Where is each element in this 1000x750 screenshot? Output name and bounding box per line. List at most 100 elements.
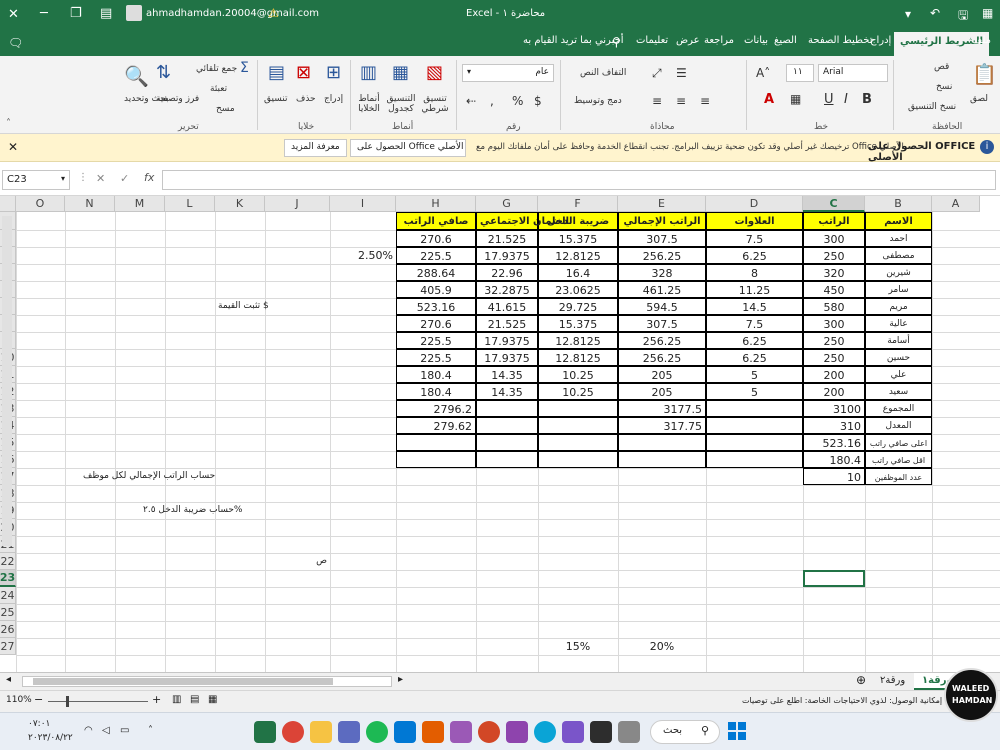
spotify-taskbar-icon[interactable] xyxy=(366,721,388,743)
column-header-i[interactable]: I xyxy=(330,196,396,212)
zoom-in-icon[interactable]: + xyxy=(152,693,161,706)
format-as-table-button[interactable]: التنسيق كجدول xyxy=(384,94,418,114)
horizontal-scrollbar[interactable] xyxy=(22,676,392,687)
data-cell[interactable]: عالية xyxy=(865,315,932,332)
get-genuine-button[interactable]: الحصول على Office الأصلي xyxy=(350,139,466,157)
visual-studio-taskbar-icon[interactable] xyxy=(562,721,584,743)
autosum-button[interactable]: جمع تلقائي xyxy=(196,64,237,74)
insert-function-icon[interactable]: fx xyxy=(144,171,154,184)
header-cell-h[interactable]: صافي الراتب xyxy=(396,212,476,230)
data-cell[interactable]: 5 xyxy=(706,366,803,383)
close-icon[interactable]: ✕ xyxy=(8,7,19,22)
max-label[interactable]: اعلى صافي راتب xyxy=(865,434,932,451)
wrap-text-button[interactable]: التفاف النص xyxy=(580,68,626,78)
data-cell[interactable]: 405.9 xyxy=(396,281,476,298)
data-cell[interactable]: 307.5 xyxy=(618,315,706,332)
wifi-icon[interactable]: ◠ xyxy=(84,725,93,736)
column-header-o[interactable]: O xyxy=(16,196,65,212)
data-cell[interactable]: 250 xyxy=(803,247,865,264)
row-header-24[interactable]: 24 xyxy=(0,587,16,604)
scroll-right-icon[interactable]: ▸ xyxy=(398,674,403,685)
data-cell[interactable]: 6.25 xyxy=(706,247,803,264)
grow-font-icon[interactable]: A˄ xyxy=(756,66,770,80)
data-cell[interactable]: مريم xyxy=(865,298,932,315)
data-cell[interactable]: 17.9375 xyxy=(476,247,538,264)
data-cell[interactable]: 22.96 xyxy=(476,264,538,281)
data-cell[interactable]: 21.525 xyxy=(476,315,538,332)
data-cell[interactable]: 225.5 xyxy=(396,349,476,366)
find-icon[interactable]: 🔍 xyxy=(124,64,149,88)
battery-icon[interactable]: ▭ xyxy=(120,725,129,736)
format-cells-icon[interactable]: ▤ xyxy=(268,62,285,83)
file-explorer-taskbar-icon[interactable] xyxy=(310,721,332,743)
data-cell[interactable]: 16.4 xyxy=(538,264,618,281)
scrollbar-thumb[interactable] xyxy=(33,678,333,685)
vscode-taskbar-icon[interactable] xyxy=(394,721,416,743)
tab-data[interactable]: بيانات xyxy=(744,35,768,46)
header-cell-g[interactable]: الضمان الاجتماعي xyxy=(476,212,569,230)
data-cell[interactable]: 320 xyxy=(803,264,865,281)
orientation-icon[interactable]: ⤢ xyxy=(652,66,662,81)
avatar[interactable] xyxy=(126,5,142,21)
enter-icon[interactable]: ✓ xyxy=(120,172,129,185)
font-name-dropdown[interactable]: Arial xyxy=(818,64,888,82)
empty-cell[interactable] xyxy=(706,434,803,451)
conditional-format-icon[interactable]: ▧ xyxy=(426,62,443,83)
data-cell[interactable]: 12.8125 xyxy=(538,247,618,264)
fill-button[interactable]: تعبئة xyxy=(210,84,227,94)
employee-count[interactable]: 10 xyxy=(803,468,865,485)
scroll-left-icon[interactable]: ◂ xyxy=(6,674,11,685)
data-cell[interactable]: 14.35 xyxy=(476,366,538,383)
percent-20[interactable]: 20% xyxy=(618,638,706,655)
volume-icon[interactable]: ◁ xyxy=(102,725,110,736)
stray-note[interactable]: ص xyxy=(265,553,330,570)
header-cell-e[interactable]: الراتب الإجمالي xyxy=(618,212,706,230)
avg-salary[interactable]: 310 xyxy=(803,417,865,434)
column-header-d[interactable]: D xyxy=(706,196,803,212)
task-view-taskbar-icon[interactable] xyxy=(618,721,640,743)
align-left-icon[interactable]: ≡ xyxy=(700,94,710,108)
empty-cell[interactable] xyxy=(396,434,476,451)
formula-input[interactable] xyxy=(162,170,996,190)
data-cell[interactable]: سعيد xyxy=(865,383,932,400)
data-cell[interactable]: 300 xyxy=(803,315,865,332)
add-sheet-icon[interactable]: ⊕ xyxy=(856,673,866,687)
row-header-22[interactable]: 22 xyxy=(0,553,16,570)
data-cell[interactable]: 523.16 xyxy=(396,298,476,315)
store-taskbar-icon[interactable] xyxy=(338,721,360,743)
row-header-27[interactable]: 27 xyxy=(0,638,16,655)
avg-net[interactable]: 279.62 xyxy=(396,417,476,434)
data-cell[interactable]: 12.8125 xyxy=(538,349,618,366)
empty-cell[interactable] xyxy=(476,451,538,468)
data-cell[interactable]: 6.25 xyxy=(706,349,803,366)
comma-style-icon[interactable]: , xyxy=(490,94,494,108)
underline-icon[interactable]: U xyxy=(824,92,834,107)
tab-help[interactable]: تعليمات xyxy=(636,35,668,46)
start-icon[interactable] xyxy=(728,722,746,740)
row-header-25[interactable]: 25 xyxy=(0,604,16,621)
terminal-taskbar-icon[interactable] xyxy=(590,721,612,743)
data-cell[interactable]: مصطفى xyxy=(865,247,932,264)
comments-icon[interactable]: 🗨 xyxy=(8,36,23,50)
cancel-icon[interactable]: ✕ xyxy=(96,172,105,185)
empty-cell[interactable] xyxy=(538,434,618,451)
tray-chevron-icon[interactable]: ˄ xyxy=(148,725,153,736)
minimize-icon[interactable]: ─ xyxy=(40,6,48,21)
income-tax-note[interactable]: حساب ضريبة الدخل ٢.٥% xyxy=(140,502,250,519)
data-cell[interactable]: 7.5 xyxy=(706,315,803,332)
row-header-23[interactable]: 23 xyxy=(0,570,16,587)
decrease-decimal-icon[interactable]: ⇠ xyxy=(466,94,476,108)
empty-cell[interactable] xyxy=(706,451,803,468)
empty-cell[interactable] xyxy=(396,451,476,468)
data-cell[interactable]: 17.9375 xyxy=(476,349,538,366)
data-cell[interactable]: 328 xyxy=(618,264,706,281)
sort-filter-icon[interactable]: ⇅ xyxy=(156,62,171,83)
data-cell[interactable]: 250 xyxy=(803,349,865,366)
zoom-slider[interactable] xyxy=(48,701,148,702)
percent-style-icon[interactable]: % xyxy=(512,94,523,108)
font-color-icon[interactable]: A xyxy=(764,92,774,107)
data-cell[interactable]: 256.25 xyxy=(618,247,706,264)
data-cell[interactable]: 15.375 xyxy=(538,230,618,247)
fixed-value-note[interactable]: تثبت القيمة $ xyxy=(215,298,269,315)
data-cell[interactable]: 450 xyxy=(803,281,865,298)
